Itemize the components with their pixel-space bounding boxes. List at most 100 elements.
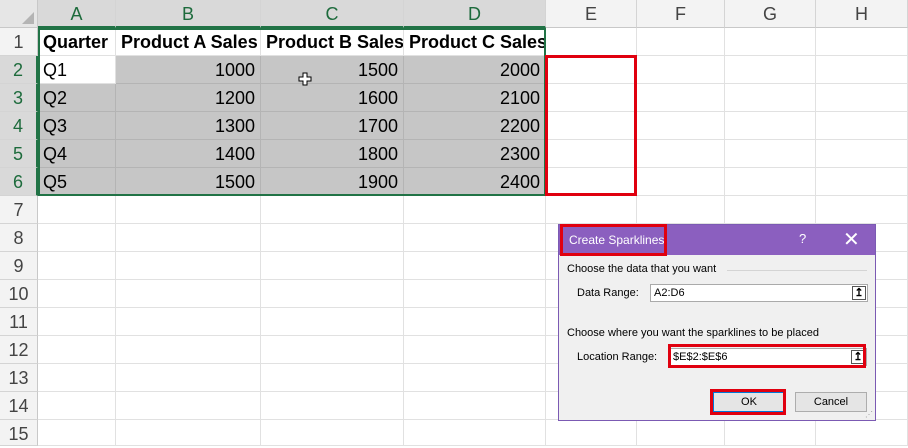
empty-cell[interactable] <box>261 336 404 364</box>
empty-cell[interactable] <box>816 168 908 196</box>
empty-cell[interactable] <box>816 140 908 168</box>
cell-c4[interactable]: 1700 <box>261 112 404 140</box>
empty-cell[interactable] <box>116 224 261 252</box>
empty-cell[interactable] <box>816 56 908 84</box>
empty-cell[interactable] <box>725 420 816 446</box>
row-header-7[interactable]: 7 <box>0 196 38 224</box>
empty-cell[interactable] <box>546 56 637 84</box>
row-header-2[interactable]: 2 <box>0 56 38 84</box>
cell-a2[interactable]: Q1 <box>38 56 116 84</box>
empty-cell[interactable] <box>816 84 908 112</box>
empty-cell[interactable] <box>637 420 725 446</box>
data-range-input[interactable]: A2:D6 ↥ <box>650 284 868 302</box>
cell-d3[interactable]: 2100 <box>404 84 546 112</box>
empty-cell[interactable] <box>637 196 725 224</box>
empty-cell[interactable] <box>116 392 261 420</box>
cell-c1[interactable]: Product B Sales <box>261 28 404 56</box>
cell-c2[interactable]: 1500 <box>261 56 404 84</box>
empty-cell[interactable] <box>725 140 816 168</box>
row-header-10[interactable]: 10 <box>0 280 38 308</box>
location-range-collapse-icon[interactable]: ↥ <box>851 350 865 364</box>
empty-cell[interactable] <box>116 364 261 392</box>
column-header-c[interactable]: C <box>261 0 404 28</box>
cell-a5[interactable]: Q4 <box>38 140 116 168</box>
empty-cell[interactable] <box>116 308 261 336</box>
empty-cell[interactable] <box>116 196 261 224</box>
empty-cell[interactable] <box>637 56 725 84</box>
empty-cell[interactable] <box>725 112 816 140</box>
empty-cell[interactable] <box>261 280 404 308</box>
empty-cell[interactable] <box>261 420 404 446</box>
cell-d2[interactable]: 2000 <box>404 56 546 84</box>
cell-c5[interactable]: 1800 <box>261 140 404 168</box>
empty-cell[interactable] <box>404 420 546 446</box>
empty-cell[interactable] <box>116 252 261 280</box>
empty-cell[interactable] <box>404 392 546 420</box>
empty-cell[interactable] <box>725 168 816 196</box>
cell-b1[interactable]: Product A Sales <box>116 28 261 56</box>
ok-button[interactable]: OK <box>713 392 785 412</box>
empty-cell[interactable] <box>637 84 725 112</box>
empty-cell[interactable] <box>725 196 816 224</box>
column-header-d[interactable]: D <box>404 0 546 28</box>
resize-grip-icon[interactable]: ⋰ <box>865 410 873 419</box>
empty-cell[interactable] <box>404 280 546 308</box>
empty-cell[interactable] <box>38 420 116 446</box>
row-header-11[interactable]: 11 <box>0 308 38 336</box>
cell-d4[interactable]: 2200 <box>404 112 546 140</box>
cell-a6[interactable]: Q5 <box>38 168 116 196</box>
location-range-input[interactable]: $E$2:$E$6 ↥ <box>669 348 867 366</box>
cell-b3[interactable]: 1200 <box>116 84 261 112</box>
cell-d1[interactable]: Product C Sales <box>404 28 546 56</box>
empty-cell[interactable] <box>816 28 908 56</box>
empty-cell[interactable] <box>261 224 404 252</box>
row-header-6[interactable]: 6 <box>0 168 38 196</box>
cancel-button[interactable]: Cancel <box>795 392 867 412</box>
empty-cell[interactable] <box>38 336 116 364</box>
empty-cell[interactable] <box>546 112 637 140</box>
row-header-5[interactable]: 5 <box>0 140 38 168</box>
empty-cell[interactable] <box>816 112 908 140</box>
row-header-15[interactable]: 15 <box>0 420 38 446</box>
empty-cell[interactable] <box>404 336 546 364</box>
empty-cell[interactable] <box>404 252 546 280</box>
column-header-h[interactable]: H <box>816 0 908 28</box>
cell-c6[interactable]: 1900 <box>261 168 404 196</box>
dialog-titlebar[interactable]: Create Sparklines ? ✕ <box>559 225 875 255</box>
row-header-13[interactable]: 13 <box>0 364 38 392</box>
empty-cell[interactable] <box>637 168 725 196</box>
empty-cell[interactable] <box>116 420 261 446</box>
cell-b6[interactable]: 1500 <box>116 168 261 196</box>
empty-cell[interactable] <box>637 112 725 140</box>
empty-cell[interactable] <box>546 168 637 196</box>
empty-cell[interactable] <box>816 420 908 446</box>
empty-cell[interactable] <box>637 28 725 56</box>
empty-cell[interactable] <box>546 420 637 446</box>
column-header-e[interactable]: E <box>546 0 637 28</box>
empty-cell[interactable] <box>404 308 546 336</box>
cell-b4[interactable]: 1300 <box>116 112 261 140</box>
cell-a1[interactable]: Quarter <box>38 28 116 56</box>
row-header-1[interactable]: 1 <box>0 28 38 56</box>
empty-cell[interactable] <box>725 28 816 56</box>
empty-cell[interactable] <box>38 280 116 308</box>
empty-cell[interactable] <box>546 84 637 112</box>
cell-d6[interactable]: 2400 <box>404 168 546 196</box>
empty-cell[interactable] <box>38 252 116 280</box>
empty-cell[interactable] <box>404 196 546 224</box>
row-header-8[interactable]: 8 <box>0 224 38 252</box>
empty-cell[interactable] <box>725 56 816 84</box>
empty-cell[interactable] <box>261 308 404 336</box>
column-header-g[interactable]: G <box>725 0 816 28</box>
empty-cell[interactable] <box>637 140 725 168</box>
empty-cell[interactable] <box>261 364 404 392</box>
help-button[interactable]: ? <box>799 231 806 246</box>
cell-c3[interactable]: 1600 <box>261 84 404 112</box>
cell-b5[interactable]: 1400 <box>116 140 261 168</box>
column-header-f[interactable]: F <box>637 0 725 28</box>
cell-b2[interactable]: 1000 <box>116 56 261 84</box>
select-all-corner[interactable] <box>0 0 38 28</box>
row-header-9[interactable]: 9 <box>0 252 38 280</box>
cell-a4[interactable]: Q3 <box>38 112 116 140</box>
close-icon[interactable]: ✕ <box>843 227 860 252</box>
